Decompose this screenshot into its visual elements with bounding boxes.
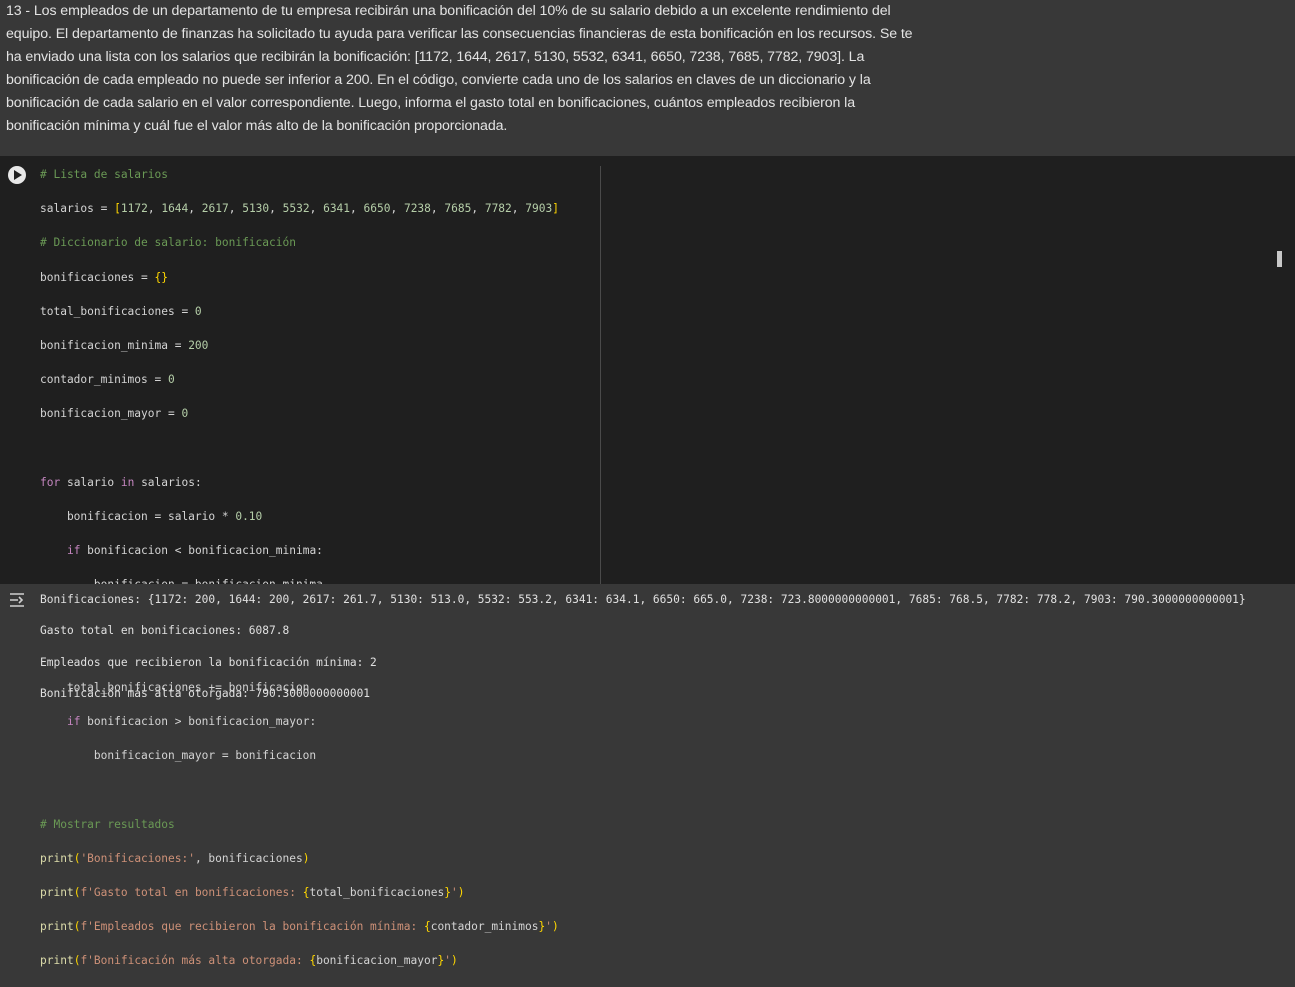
output-line: Bonificación más alta otorgada: 790.3000… <box>40 687 371 701</box>
cell-output: Bonificaciones: {1172: 200, 1644: 200, 2… <box>40 592 1246 718</box>
code-line: print(f'Bonificación más alta otorgada: … <box>40 954 458 968</box>
code-content[interactable]: # Lista de salarios salarios = [1172, 16… <box>40 166 559 987</box>
markdown-line: bonificación de cada empleado no puede s… <box>6 72 871 88</box>
output-line: Bonificaciones: {1172: 200, 1644: 200, 2… <box>40 593 1246 606</box>
code-line: # Lista de salarios <box>40 168 168 181</box>
code-line: print('Bonificaciones:', bonificaciones) <box>40 851 310 865</box>
editor-scrollbar[interactable] <box>1277 251 1282 267</box>
code-line: for salario in salarios: <box>40 475 202 489</box>
output-toggle-icon[interactable] <box>8 592 26 608</box>
output-line: Empleados que recibieron la bonificación… <box>40 655 377 669</box>
code-line: bonificacion_mayor = 0 <box>40 407 189 421</box>
markdown-line: equipo. El departamento de finanzas ha s… <box>6 26 913 42</box>
code-line: bonificacion = salario * 0.10 <box>40 509 263 523</box>
code-line: bonificaciones = {} <box>40 270 168 284</box>
code-line: contador_minimos = 0 <box>40 373 175 387</box>
markdown-text: 13 - Los empleados de un departamento de… <box>6 0 913 138</box>
code-line: bonificacion_minima = 200 <box>40 338 209 352</box>
code-line: if bonificacion < bonificacion_minima: <box>66 544 323 558</box>
code-line: # Mostrar resultados <box>40 817 175 831</box>
markdown-line: ha enviado una lista con los salarios qu… <box>6 49 865 65</box>
code-line: # Diccionario de salario: bonificación <box>40 236 296 250</box>
code-line: print(f'Empleados que recibieron la boni… <box>40 920 559 934</box>
markdown-cell[interactable]: 13 - Los empleados de un departamento de… <box>0 0 1295 156</box>
markdown-line: bonificación mínima y cuál fue el valor … <box>6 118 508 134</box>
markdown-line: bonificación de cada salario en el valor… <box>6 95 856 111</box>
code-line: bonificacion_mayor = bonificacion <box>40 749 317 763</box>
code-line: total_bonificaciones = 0 <box>40 304 202 318</box>
code-line: salarios = [1172, 1644, 2617, 5130, 5532… <box>40 202 559 216</box>
markdown-line: 13 - Los empleados de un departamento de… <box>6 3 891 19</box>
code-line: print(f'Gasto total en bonificaciones: {… <box>40 885 465 899</box>
output-line: Gasto total en bonificaciones: 6087.8 <box>40 624 290 638</box>
